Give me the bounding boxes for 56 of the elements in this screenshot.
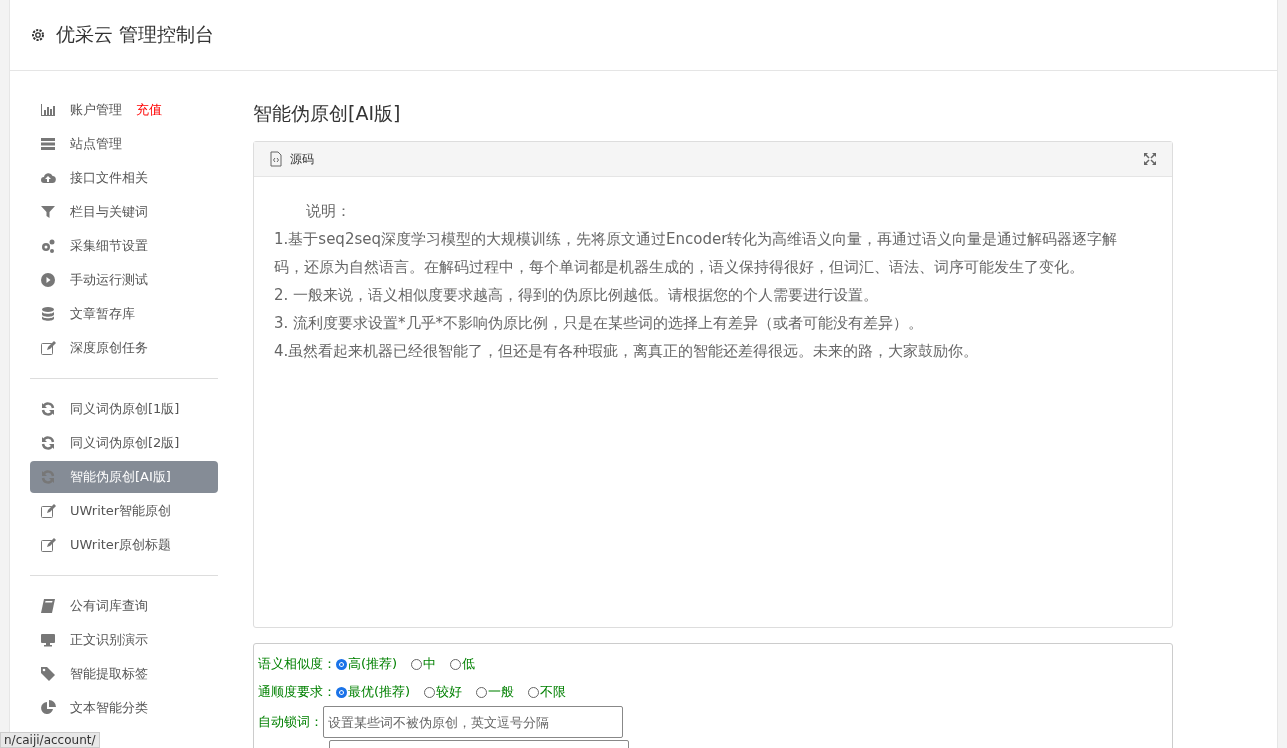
- sidebar-item[interactable]: 智能提取标签: [30, 658, 218, 690]
- bar-chart-icon: [40, 102, 56, 118]
- pie-chart-icon: [40, 700, 56, 716]
- refresh-icon: [40, 435, 56, 451]
- edit-icon: [40, 340, 56, 356]
- monitor-icon: [40, 632, 56, 648]
- sidebar-item[interactable]: 接口文件相关: [30, 162, 218, 194]
- field-label: 通顺度要求：: [258, 683, 336, 701]
- field-label: 自动锁词：: [258, 713, 323, 731]
- sidebar-item[interactable]: 深度原创任务: [30, 332, 218, 364]
- sidebar-item[interactable]: UWriter原创标题: [30, 529, 218, 561]
- sidebar-item[interactable]: 账户管理 充值: [30, 94, 218, 126]
- file-code-icon: [268, 151, 284, 167]
- sidebar-item[interactable]: 站点管理: [30, 128, 218, 160]
- sidebar-item[interactable]: 公有词库查询: [30, 590, 218, 622]
- edit-icon: [40, 503, 56, 519]
- radio-option[interactable]: 不限: [528, 683, 567, 701]
- lock-words-field[interactable]: 设置某些词不被伪原创，英文逗号分隔: [323, 706, 623, 738]
- radio-option[interactable]: 低: [450, 655, 476, 673]
- description-text: 1.基于seq2seq深度学习模型的大规模训练，先将原文通过Encoder转化为高维语义向量，再通过语义向量是通过解码器逐字解码，还原为自然语言。在解码过程中，每个单词都是机器生成的，语义保持得很好，但词汇、语法、词序可能发生了变化。: [274, 229, 1119, 278]
- play-icon: [40, 272, 56, 288]
- sidebar-item[interactable]: 文章暂存库: [30, 298, 218, 330]
- description-text: 3. 流利度要求设置*几乎*不影响伪原比例，只是在某些词的选择上有差异（或者可能没有差异）。: [274, 313, 925, 334]
- sidebar-item[interactable]: 同义词伪原创[2版]: [30, 427, 218, 459]
- refresh-icon: [40, 401, 56, 417]
- radio-option[interactable]: 中: [411, 655, 437, 673]
- refresh-icon: [40, 469, 56, 485]
- app-title: 优采云 管理控制台: [56, 22, 215, 47]
- filter-icon: [40, 204, 56, 220]
- sidebar-item[interactable]: 栏目与关键词: [30, 196, 218, 228]
- description-text: 2. 一般来说，语义相似度要求越高，得到的伪原比例越低。请根据您的个人需要进行设置。: [274, 285, 880, 306]
- description-text: 4.虽然看起来机器已经很智能了，但还是有各种瑕疵，离真正的智能还差得很远。未来的路，大家鼓励你。: [274, 341, 980, 362]
- radio-option[interactable]: 高(推荐): [336, 655, 398, 673]
- expand-icon: [1142, 151, 1158, 167]
- sidebar-item[interactable]: 正文识别演示: [30, 624, 218, 656]
- recharge-link[interactable]: 充值: [136, 101, 162, 119]
- tag-icon: [40, 666, 56, 682]
- description-heading: 说明：: [305, 201, 352, 222]
- database-icon: [40, 306, 56, 322]
- book-icon: [40, 598, 56, 614]
- edit-icon: [40, 537, 56, 553]
- sidebar-item[interactable]: 文本智能分类: [30, 692, 218, 724]
- sidebar-item[interactable]: UWriter智能原创: [30, 495, 218, 527]
- sidebar-item[interactable]: 采集细节设置: [30, 230, 218, 262]
- sidebar-item[interactable]: 同义词伪原创[1版]: [30, 393, 218, 425]
- server-icon: [40, 136, 56, 152]
- sidebar-item[interactable]: 手动运行测试: [30, 264, 218, 296]
- page-title: 智能伪原创[AI版]: [253, 101, 402, 126]
- radio-option[interactable]: 最优(推荐): [336, 683, 411, 701]
- settings-icon: [30, 27, 46, 43]
- field-label: 语义相似度：: [258, 655, 336, 673]
- radio-option[interactable]: 一般: [476, 683, 515, 701]
- radio-option[interactable]: 较好: [424, 683, 463, 701]
- panel-title: 源码: [290, 150, 314, 168]
- cloud-upload-icon: [40, 170, 56, 186]
- status-url: n/caiji/account/: [0, 732, 100, 748]
